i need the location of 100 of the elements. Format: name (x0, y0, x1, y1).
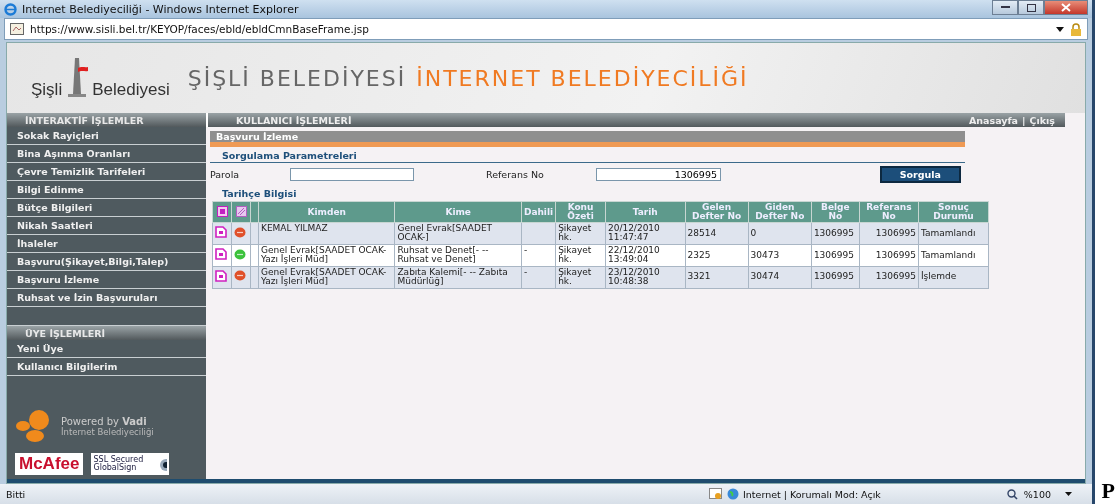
padlock-icon[interactable] (1070, 22, 1082, 36)
table-cell: 22/12/2010 13:49:04 (607, 244, 660, 265)
table-cell: Ruhsat ve Denet[- -- Ruhsat ve Denet] (397, 244, 489, 265)
table-cell: Şikayet hk. (558, 266, 592, 287)
reference-field[interactable]: 1306995 (596, 167, 721, 181)
header-status-icon (235, 205, 247, 217)
sidebar-item[interactable]: Bütçe Bilgileri (7, 199, 206, 217)
sidebar-item[interactable]: Ruhsat ve İzin Başvuruları (7, 289, 206, 307)
status-dot-icon[interactable] (234, 248, 246, 260)
table-cell: Şikayet hk. (558, 223, 592, 243)
table-cell: 1306995 (875, 227, 916, 238)
sidebar-item[interactable]: Yeni Üye (7, 340, 206, 358)
table-cell: - (523, 266, 528, 277)
history-title: Tarihçe Bilgisi (221, 187, 298, 201)
table-cell: Zabıta Kalemi[- -- Zabıta Müdürlüğ] (397, 266, 508, 287)
municipality-logo: Şişli Belediyesi (31, 56, 170, 100)
column-header: Belge No (811, 201, 860, 223)
column-header: Konu Özeti (555, 201, 606, 223)
table-cell: 0 (750, 227, 757, 238)
close-icon (1061, 3, 1071, 12)
status-text: Bitti (6, 488, 26, 500)
field-label: Referans No (486, 168, 545, 180)
maximize-button[interactable] (1018, 0, 1044, 15)
site-title: ŞİŞLİ BELEDİYESİ İNTERNET BELEDİYECİLİĞİ (187, 65, 749, 91)
table-cell: 30474 (750, 271, 780, 282)
table-cell: 2325 (687, 249, 711, 260)
query-title: Sorgulama Parametreleri (210, 147, 965, 163)
column-header: Kimden (258, 201, 395, 223)
column-header: Giden Defter No (748, 201, 812, 223)
table-cell: 1306995 (813, 249, 854, 260)
maximize-icon (1026, 3, 1036, 12)
sidebar-item[interactable]: Çevre Temizlik Tarifeleri (7, 163, 206, 181)
panel-title: Başvuru İzleme (210, 131, 965, 147)
globe-icon (727, 488, 740, 500)
table-cell: Tamamlandı (920, 249, 976, 260)
edge-letter: P (1101, 478, 1115, 504)
table-cell: 28514 (687, 227, 717, 238)
table-cell: - (523, 244, 528, 255)
dropdown-arrow-icon[interactable] (1056, 26, 1064, 32)
window-title: Internet Belediyeciliği - Windows Internet Explorer (22, 2, 299, 16)
sidebar-item[interactable]: Sokak Rayiçleri (7, 127, 206, 145)
sidebar-heading: İNTERAKTİF İŞLEMLER (7, 113, 206, 127)
header-doc-icon (216, 205, 228, 217)
sidebar-item[interactable]: Başvuru İzleme (7, 271, 206, 289)
eye-icon (157, 457, 168, 471)
column-header: Dahili (521, 201, 556, 223)
section-heading: KULLANICI İŞLEMLERİ (236, 114, 352, 126)
browser-logo-icon (4, 2, 17, 16)
page-icon (10, 23, 24, 35)
sidebar-heading: ÜYE İŞLEMLERİ (7, 326, 206, 340)
table-cell: 1306995 (875, 271, 916, 282)
table-cell: İşlemde (920, 271, 957, 282)
address-bar[interactable]: https://www.sisli.bel.tr/KEYOP/faces/ebld/ebldCmnBaseFrame.jsp (4, 18, 1088, 40)
column-header: Kime (394, 201, 522, 223)
separator: | (1022, 114, 1026, 126)
sidebar-item[interactable]: Nikah Saatleri (7, 217, 206, 235)
security-zone-text: Internet | Korumalı Mod: Açık (743, 488, 881, 500)
column-header: Tarih (605, 201, 686, 223)
table-cell: 20/12/2010 11:47:47 (607, 223, 660, 243)
table-cell: Genel Evrak[SAADET OCAK-Yazı İşleri Müd] (261, 266, 387, 287)
field-label: Parola (210, 168, 241, 180)
password-field[interactable] (290, 167, 414, 181)
document-icon[interactable] (215, 269, 227, 282)
ssl-badge[interactable]: SSL Secured GlobalSign (91, 453, 170, 475)
table-cell: Şikayet hk. (558, 244, 592, 265)
zoom-icon[interactable] (1006, 488, 1018, 500)
sidebar-item[interactable]: Kullanıcı Bilgilerim (7, 358, 206, 376)
table-cell: Tamamlandı (920, 227, 976, 238)
close-button[interactable] (1044, 0, 1088, 15)
table-cell: 1306995 (875, 249, 916, 260)
table-cell: 1306995 (813, 227, 854, 238)
column-header: Referans No (859, 201, 919, 223)
status-dot-icon[interactable] (234, 270, 246, 282)
column-header: Sonuç Durumu (918, 201, 989, 223)
dropdown-arrow-icon[interactable] (1065, 492, 1072, 496)
status-dot-icon[interactable] (234, 226, 246, 238)
sidebar-item[interactable]: Bina Aşınma Oranları (7, 145, 206, 163)
header-link[interactable]: Çıkış (1029, 114, 1055, 126)
table-cell: 30473 (750, 249, 780, 260)
table-cell: 23/12/2010 10:48:38 (607, 266, 660, 287)
powered-by-text: Powered by Vadi (61, 415, 147, 427)
zoom-level[interactable]: %100 (1023, 488, 1051, 500)
document-icon[interactable] (215, 248, 227, 261)
warning-icon (709, 488, 724, 500)
powered-by-subtitle: İnternet Belediyeciliği (61, 426, 154, 437)
sidebar-item[interactable]: Bilgi Edinme (7, 181, 206, 199)
sidebar-item[interactable]: İhaleler (7, 235, 206, 253)
table-cell: KEMAL YILMAZ (261, 223, 328, 233)
minimize-button[interactable] (992, 0, 1018, 15)
mcafee-badge[interactable]: McAfee (15, 453, 84, 475)
column-header: Gelen Defter No (685, 201, 749, 223)
minimize-icon (1000, 6, 1010, 9)
table-cell: 3321 (687, 271, 711, 282)
table-cell: Genel Evrak[SAADET OCAK-Yazı İşleri Müd] (261, 244, 387, 265)
table-cell: Genel Evrak[SAADET OCAK-] (397, 223, 493, 243)
query-button[interactable]: Sorgula (879, 165, 961, 183)
sidebar-item[interactable]: Başvuru(Şikayet,Bilgi,Talep) (7, 253, 206, 271)
document-icon[interactable] (215, 226, 227, 239)
table-cell: 1306995 (813, 271, 854, 282)
header-link[interactable]: Anasayfa (969, 114, 1019, 126)
